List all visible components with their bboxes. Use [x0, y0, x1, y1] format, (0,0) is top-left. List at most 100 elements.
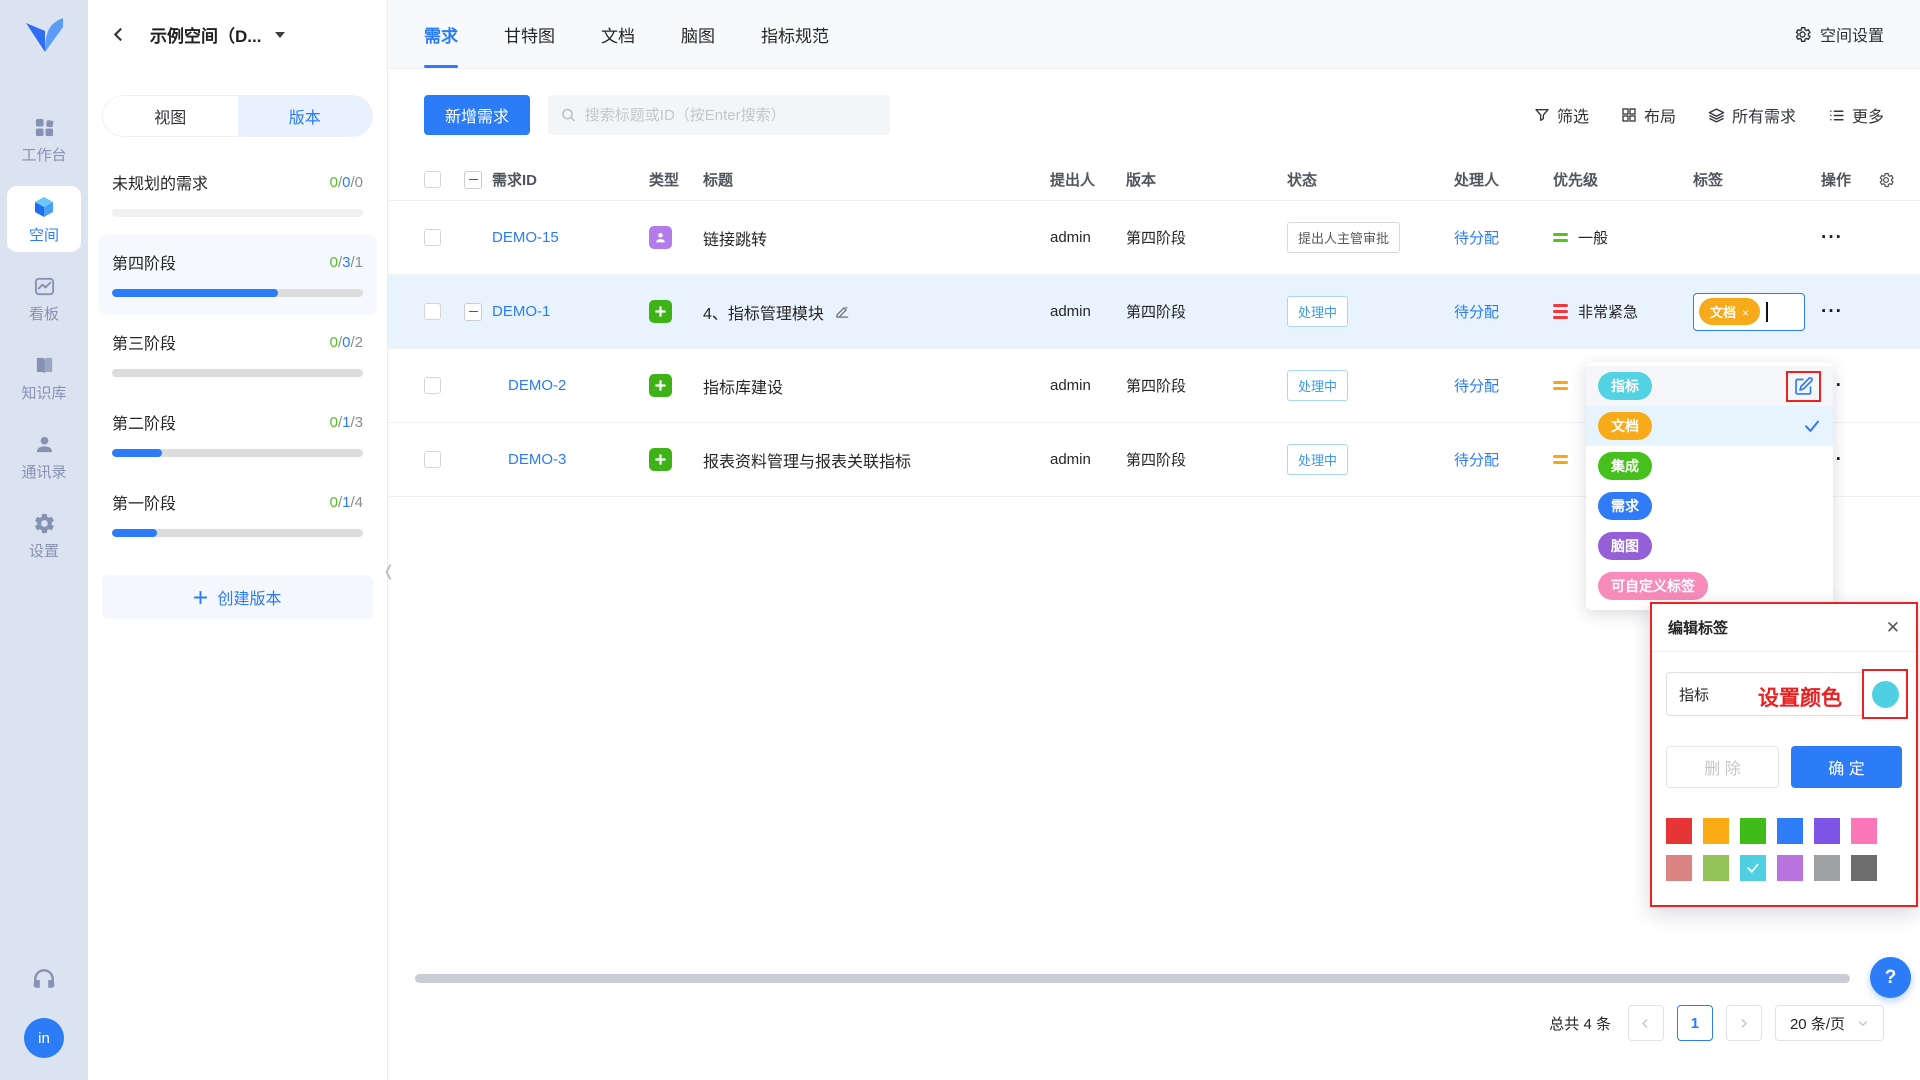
requirement-id-link[interactable]: DEMO-3 — [492, 451, 649, 468]
requirement-title[interactable]: 报表资料管理与报表关联指标 — [703, 448, 1050, 472]
requirement-id-link[interactable]: DEMO-2 — [492, 377, 649, 394]
table-row[interactable]: DEMO-15 链接跳转 admin 第四阶段 提出人主管审批 待分配 一般 ·… — [388, 201, 1920, 275]
tab-view[interactable]: 视图 — [103, 96, 238, 136]
requirement-title[interactable]: 链接跳转 — [703, 226, 1050, 250]
requirement-title[interactable]: 4、指标管理模块 — [703, 300, 1050, 324]
filter-button[interactable]: 筛选 — [1534, 103, 1589, 127]
requirement-id-link[interactable]: DEMO-1 — [492, 303, 649, 320]
palette-swatch[interactable] — [1777, 818, 1803, 844]
tag-option-mindmap[interactable]: 脑图 — [1586, 526, 1833, 566]
palette-swatch[interactable] — [1814, 818, 1840, 844]
help-button[interactable]: ? — [1870, 957, 1911, 998]
tag-option-integration[interactable]: 集成 — [1586, 446, 1833, 486]
headset-icon[interactable] — [31, 966, 57, 992]
row-checkbox[interactable] — [424, 451, 441, 468]
priority-cell[interactable]: 非常紧急 — [1553, 301, 1693, 322]
tag-edit-input[interactable]: 文档× — [1693, 293, 1805, 331]
tab-metric-spec[interactable]: 指标规范 — [761, 0, 829, 68]
layout-button[interactable]: 布局 — [1621, 103, 1676, 127]
palette-swatch[interactable] — [1851, 855, 1877, 881]
prev-page-button[interactable] — [1628, 1005, 1664, 1041]
col-proposer: 提出人 — [1050, 169, 1126, 190]
palette-swatch[interactable] — [1777, 855, 1803, 881]
confirm-button[interactable]: 确 定 — [1791, 746, 1902, 788]
row-actions-ellipsis-icon[interactable]: ··· — [1821, 449, 1920, 471]
panel-collapse-handle[interactable]: ❬ — [382, 562, 395, 580]
palette-swatch[interactable] — [1814, 855, 1840, 881]
page-size-select[interactable]: 20 条/页 — [1775, 1005, 1884, 1041]
row-checkbox[interactable] — [424, 229, 441, 246]
palette-swatch[interactable] — [1851, 818, 1877, 844]
priority-cell[interactable]: 一般 — [1553, 227, 1693, 248]
row-checkbox[interactable] — [424, 377, 441, 394]
search-box[interactable] — [548, 95, 890, 135]
rail-item-contacts[interactable]: 通讯录 — [7, 424, 81, 489]
close-icon[interactable]: ✕ — [1886, 619, 1900, 636]
all-requirements-button[interactable]: 所有需求 — [1708, 103, 1796, 127]
status-badge[interactable]: 提出人主管审批 — [1287, 222, 1400, 253]
version-item-phase1[interactable]: 第一阶段 0/1/4 — [98, 475, 377, 555]
back-button[interactable] — [106, 23, 130, 47]
table-row-selected[interactable]: DEMO-1 4、指标管理模块 admin 第四阶段 处理中 待分配 非常紧急 — [388, 275, 1920, 349]
collapse-all-toggle[interactable] — [464, 171, 482, 189]
palette-swatch[interactable] — [1703, 855, 1729, 881]
tag-option-doc[interactable]: 文档 — [1586, 406, 1833, 446]
palette-swatch[interactable] — [1666, 818, 1692, 844]
next-page-button[interactable] — [1726, 1005, 1762, 1041]
status-badge[interactable]: 处理中 — [1287, 296, 1348, 327]
brand-logo[interactable] — [21, 16, 67, 63]
requirement-id-link[interactable]: DEMO-15 — [492, 229, 649, 246]
delete-button[interactable]: 删 除 — [1666, 746, 1779, 788]
row-actions-ellipsis-icon[interactable]: ··· — [1821, 375, 1920, 397]
tab-docs[interactable]: 文档 — [601, 0, 635, 68]
current-color-swatch[interactable] — [1872, 681, 1899, 708]
version-item-unplanned[interactable]: 未规划的需求 0/0/0 — [98, 155, 377, 235]
tab-gantt[interactable]: 甘特图 — [504, 0, 555, 68]
row-actions-ellipsis-icon[interactable]: ··· — [1821, 301, 1920, 323]
tag-remove-icon[interactable]: × — [1742, 306, 1749, 320]
page-number-button[interactable]: 1 — [1677, 1005, 1713, 1041]
tag-option-custom[interactable]: 可自定义标签 — [1586, 566, 1833, 606]
rail-item-workbench[interactable]: 工作台 — [7, 107, 81, 172]
row-actions-ellipsis-icon[interactable]: ··· — [1821, 227, 1920, 249]
palette-swatch-selected[interactable] — [1740, 855, 1766, 881]
space-title[interactable]: 示例空间（D... — [150, 22, 261, 47]
select-all-checkbox[interactable] — [424, 171, 441, 188]
handler-link[interactable]: 待分配 — [1454, 227, 1553, 248]
status-badge[interactable]: 处理中 — [1287, 444, 1348, 475]
horizontal-scrollbar[interactable] — [415, 974, 1850, 983]
chevron-down-icon[interactable] — [275, 32, 285, 38]
tag-cell[interactable]: 文档× — [1693, 293, 1821, 331]
requirement-title[interactable]: 指标库建设 — [703, 374, 1050, 398]
edit-title-icon[interactable] — [834, 303, 851, 320]
tab-version[interactable]: 版本 — [238, 96, 373, 136]
create-version-button[interactable]: 创建版本 — [102, 575, 373, 619]
table-settings-gear-icon[interactable] — [1877, 171, 1895, 189]
handler-link[interactable]: 待分配 — [1454, 301, 1553, 322]
user-avatar[interactable]: in — [24, 1018, 64, 1058]
rail-item-settings[interactable]: 设置 — [7, 503, 81, 568]
palette-swatch[interactable] — [1666, 855, 1692, 881]
more-button[interactable]: 更多 — [1828, 103, 1884, 127]
handler-link[interactable]: 待分配 — [1454, 449, 1553, 470]
rail-item-wiki[interactable]: 知识库 — [7, 345, 81, 410]
handler-link[interactable]: 待分配 — [1454, 375, 1553, 396]
new-requirement-button[interactable]: 新增需求 — [424, 95, 530, 135]
row-checkbox[interactable] — [424, 303, 441, 320]
tab-mindmap[interactable]: 脑图 — [681, 0, 715, 68]
rail-item-space[interactable]: 空间 — [7, 186, 81, 252]
tab-requirements[interactable]: 需求 — [424, 0, 458, 68]
palette-swatch[interactable] — [1740, 818, 1766, 844]
edit-tag-icon[interactable] — [1793, 376, 1814, 397]
rail-item-kanban[interactable]: 看板 — [7, 266, 81, 331]
version-item-phase3[interactable]: 第三阶段 0/0/2 — [98, 315, 377, 395]
version-item-phase4[interactable]: 第四阶段 0/3/1 — [98, 235, 377, 315]
tag-option-metric[interactable]: 指标 — [1586, 366, 1833, 406]
version-item-phase2[interactable]: 第二阶段 0/1/3 — [98, 395, 377, 475]
tag-option-requirement[interactable]: 需求 — [1586, 486, 1833, 526]
search-input[interactable] — [585, 107, 877, 124]
row-collapse-toggle[interactable] — [464, 303, 482, 321]
status-badge[interactable]: 处理中 — [1287, 370, 1348, 401]
space-settings-button[interactable]: 空间设置 — [1793, 22, 1884, 46]
palette-swatch[interactable] — [1703, 818, 1729, 844]
